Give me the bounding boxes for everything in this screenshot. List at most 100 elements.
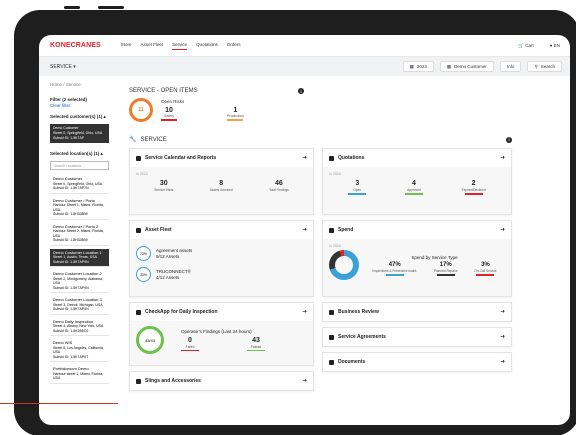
photo-stage: { "brand":"KONECRANES", "nav":{"items":[…: [0, 0, 576, 435]
location-item[interactable]: Demo Customer Location 2 Street 2, Montgo…: [50, 270, 109, 293]
selected-customer[interactable]: Demo Customer Street 0, Springfield, Ohi…: [50, 124, 109, 143]
service-calendar-card[interactable]: Service Calendar and Reports ➜ In 2024 30…: [129, 148, 314, 215]
info-icon[interactable]: i: [298, 88, 304, 94]
location-id: Subsid ID: 1-5K7AP9N: [53, 307, 89, 311]
passed-value: 43: [252, 336, 260, 344]
section-dropdown-label: SERVICE: [50, 63, 72, 70]
quotations-card[interactable]: Quotations ➜ In 2024 3 Open 4 Approved 2 Exp…: [322, 148, 512, 215]
pie-chart-icon: [329, 227, 334, 233]
total-findings-value: 46: [275, 180, 283, 187]
location-id: Subsid ID: 1-5K7AP7N: [53, 186, 89, 190]
inspections-label: Inspections & Preventive maint.: [372, 269, 418, 273]
location-search-input[interactable]: Search Locations: [50, 161, 109, 170]
location-name: Demo Customer Location 3: [53, 297, 102, 302]
on-call-label: On-Call Service: [474, 269, 497, 273]
open-items-title: SERVICE - OPEN ITEMS: [129, 88, 198, 94]
document-icon: [329, 155, 334, 161]
location-item[interactable]: Demo Customer Location 1 Street 1, Austin…: [50, 248, 109, 267]
agreement-percent: 73%: [139, 251, 147, 256]
brand-logo[interactable]: KONECRANES: [50, 42, 101, 49]
year-selector[interactable]: ▦ 2024: [402, 61, 434, 72]
open-label: Open: [353, 188, 362, 192]
asset-fleet-title: Asset Fleet: [145, 227, 172, 233]
search-button[interactable]: ⚲ Search: [527, 61, 562, 72]
location-item[interactable]: Demo Customer / Porto Harbour Street 1, M…: [50, 197, 109, 220]
info-button[interactable]: Info: [499, 61, 522, 72]
pointer-line: [0, 403, 118, 404]
risk-count: 11: [138, 107, 144, 113]
passed-label: Passed: [250, 344, 262, 349]
nav-asset-fleet[interactable]: Asset Fleet: [141, 41, 164, 50]
spend-donut: [329, 250, 359, 280]
assets-serviced-label: Assets Serviced: [209, 188, 233, 192]
production-underline: [227, 119, 244, 121]
expired-underline: [464, 193, 483, 195]
nav-orders[interactable]: Orders: [227, 41, 241, 50]
year-label: 2024: [416, 64, 427, 69]
document-icon: [329, 359, 334, 365]
breadcrumb[interactable]: Home / Service: [50, 82, 109, 87]
wrench-icon: 🔧: [129, 137, 137, 143]
arrow-right-icon: ➜: [302, 155, 307, 161]
location-address: Harbour street 1, Miami, Florida, USA: [53, 371, 104, 381]
documents-title: Documents: [338, 359, 366, 365]
checkapp-title: CheckApp for Daily Inspection: [145, 309, 218, 315]
chevron-up-icon: ▴: [103, 114, 106, 119]
planned-repairs-label: Planned Repairs: [433, 269, 458, 273]
nav-store[interactable]: Store: [121, 41, 132, 50]
section-dropdown[interactable]: SERVICE ▾: [50, 64, 76, 70]
search-icon: ⚲: [534, 63, 538, 69]
language-button[interactable]: ● EN: [550, 43, 560, 48]
truconnect-count: 4/12 Assets: [156, 274, 180, 280]
location-item[interactable]: Portfolioroom Demo Harbour street 1, Miam…: [50, 365, 109, 384]
language-label: EN: [553, 43, 560, 48]
tablet-button: [64, 6, 80, 9]
spend-card[interactable]: Spend ➜ In 2024 Spend by Service Type 47%…: [322, 220, 512, 297]
nav-service[interactable]: Service: [172, 41, 188, 50]
open-value: 3: [355, 180, 360, 187]
clear-filter-link[interactable]: Clear filter: [50, 103, 109, 108]
nav-quotations[interactable]: Quotations: [196, 41, 218, 50]
cart-button[interactable]: 🛒 Cart: [518, 43, 533, 49]
arrow-right-icon: ➜: [302, 227, 307, 233]
location-item[interactable]: Demo WIS Street 5, Los Angeles, Californi…: [50, 339, 109, 362]
documents-card[interactable]: Documents ➜: [322, 352, 512, 372]
checkapp-ring: 43/43: [136, 326, 164, 354]
asset-fleet-card[interactable]: Asset Fleet ➜ 73% Agreement assets 9/12 Ass…: [129, 220, 314, 297]
customer-label: Demo Customer: [454, 64, 487, 69]
service-agreements-card[interactable]: Service Agreements ➜: [322, 327, 512, 347]
failed-value: 0: [188, 336, 192, 344]
open-risks-widget[interactable]: 11 Open Risks 10 Safety 1 Production: [129, 98, 558, 122]
quotations-title: Quotations: [338, 155, 365, 161]
location-filter-label: Selected location(s) (1): [50, 151, 100, 156]
service-visits-value: 30: [159, 180, 168, 187]
arrow-right-icon: ➜: [302, 378, 307, 384]
location-name: Demo Customer Location 2: [53, 271, 102, 276]
building-icon: ▦: [446, 63, 452, 69]
open-risks-label: Open Risks: [161, 99, 185, 105]
failed-label: Failed: [185, 344, 195, 349]
approved-underline: [404, 193, 423, 195]
calendar-icon: [136, 155, 141, 161]
spend-title: Spend: [338, 227, 354, 233]
arrow-right-icon: ➜: [500, 359, 505, 365]
location-address: Street 2, Montgomery, Alabama, USA: [53, 276, 103, 286]
location-filter-toggle[interactable]: Selected location(s) (1) ▴: [50, 151, 109, 157]
slings-card[interactable]: Slings and Accessories ➜: [129, 371, 314, 391]
sub-bar: SERVICE ▾ ▦ 2024 ▦ Demo Customer Info ⚲ Sea…: [39, 57, 570, 76]
customer-id: Subsid ID: 1-5K7AP: [53, 136, 85, 140]
location-item[interactable]: Demo Customer Location 3 Street 3, Detroi…: [50, 296, 109, 315]
business-review-card[interactable]: Business Review ➜: [322, 302, 512, 322]
cart-label: Cart: [525, 42, 534, 48]
location-item[interactable]: Demo Customer Street 0, Springfield, Ohio…: [50, 175, 109, 194]
location-id: Subsid ID: 1-8H3J8B9: [53, 212, 88, 216]
pie-chart-icon: [329, 309, 334, 315]
customer-filter-toggle[interactable]: Selected customer(s) (1) ▴: [50, 114, 109, 120]
info-icon[interactable]: i: [506, 136, 512, 143]
tablet-frame: KONECRANES Store Asset Fleet Service Quo…: [14, 10, 576, 435]
location-item[interactable]: Demo Customer / Porto 2 Harbour Street 2,…: [50, 223, 109, 246]
slings-title: Slings and Accessories: [145, 378, 201, 384]
checkapp-card[interactable]: CheckApp for Daily Inspection ➜ 43/43 Ope…: [129, 302, 314, 366]
customer-selector[interactable]: ▦ Demo Customer: [439, 61, 494, 72]
location-item[interactable]: Demo Daily Inspection Street 4, Albany, N…: [50, 318, 109, 336]
